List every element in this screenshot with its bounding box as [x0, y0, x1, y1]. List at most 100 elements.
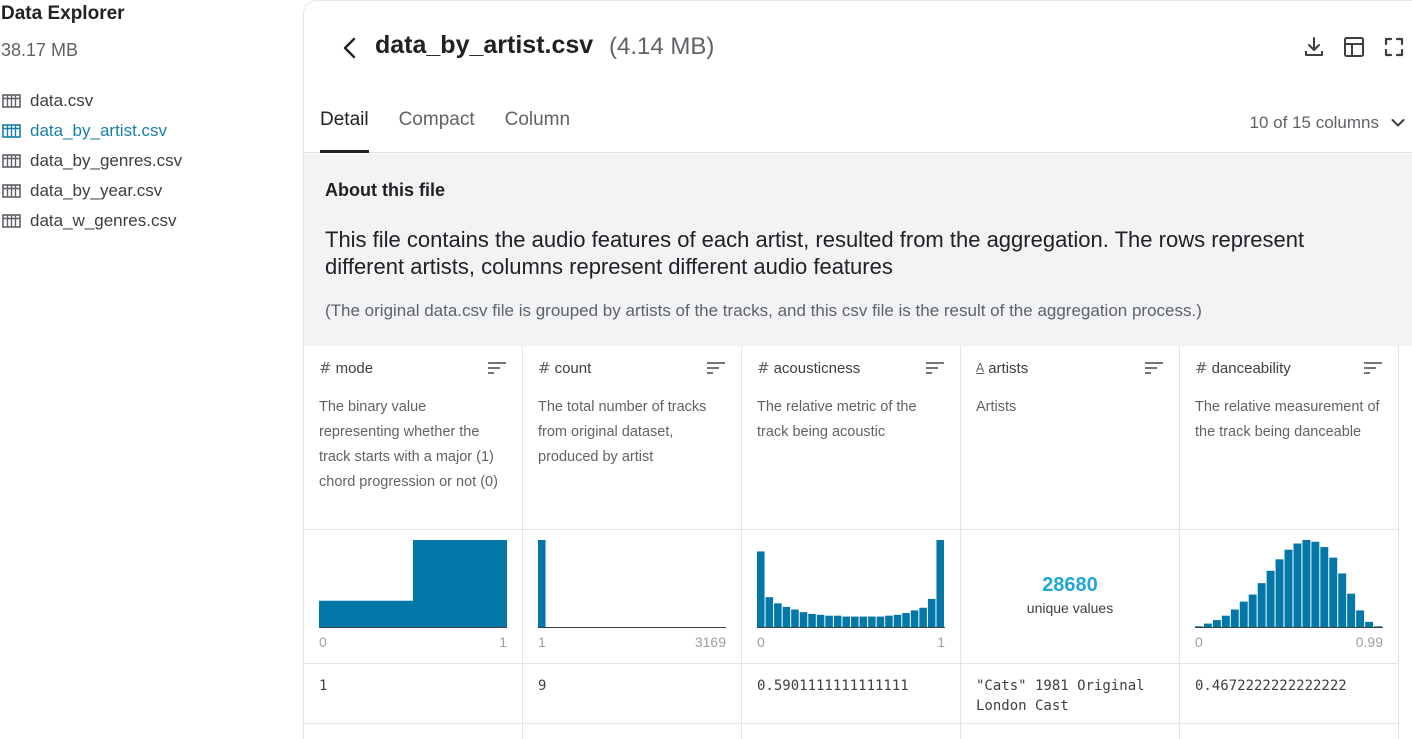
histogram-bar [1293, 543, 1302, 628]
table-view-icon[interactable] [1343, 36, 1365, 58]
histogram-bar [1284, 549, 1293, 628]
tab-detail[interactable]: Detail [320, 109, 369, 153]
column-header: # mode [319, 359, 506, 377]
column-header: A artists [976, 359, 1163, 377]
histogram-bar [538, 540, 546, 628]
histogram [538, 540, 726, 628]
histogram-bar [1248, 594, 1257, 628]
cell-value: 0.5901111111111111 [757, 678, 909, 694]
histogram-bar [1302, 540, 1311, 628]
histogram-bar [1329, 557, 1338, 628]
column-description: The total number of tracks from original… [538, 399, 707, 465]
file-title: data_by_artist.csv [375, 31, 594, 59]
histogram-bar [791, 609, 799, 628]
numeric-type-icon: # [1195, 359, 1208, 377]
column-description: The relative measurement of the track be… [1195, 399, 1380, 440]
back-arrow-icon[interactable] [338, 35, 362, 61]
sort-icon[interactable] [1145, 362, 1163, 374]
cell-value: 0.4672222222222222 [1195, 678, 1347, 694]
histogram-bar [1266, 570, 1275, 628]
histogram [1195, 540, 1383, 628]
histogram-bar [757, 551, 765, 628]
column-header: # count [538, 359, 725, 377]
axis-max-label: 3169 [694, 634, 726, 650]
sort-icon[interactable] [488, 362, 506, 374]
sidebar-title: Data Explorer [1, 3, 125, 24]
column-description: Artists [976, 399, 1017, 415]
numeric-type-icon: # [538, 359, 551, 377]
column-card-artists: A artists Artists 28680 unique values "C… [961, 346, 1180, 739]
unique-label: unique values [1026, 600, 1114, 616]
column-count-dropdown[interactable]: 10 of 15 columns [1250, 113, 1405, 133]
table-file-icon [2, 184, 21, 198]
file-item-label: data_by_artist.csv [30, 121, 168, 140]
divider [1180, 723, 1398, 724]
download-icon[interactable] [1303, 36, 1325, 58]
histogram-bar [1356, 610, 1365, 628]
column-card-count: # count The total number of tracks from … [523, 346, 742, 739]
cell-value: 1 [319, 678, 328, 694]
tab-column[interactable]: Column [505, 109, 570, 153]
fullscreen-icon[interactable] [1383, 36, 1405, 58]
axis-min-label: 0 [757, 634, 765, 650]
sidebar-dataset-size: 38.17 MB [1, 40, 79, 60]
histogram-bar [413, 540, 507, 628]
divider [304, 723, 522, 724]
column-card-mode: # mode The binary value representing whe… [304, 346, 523, 739]
histogram-bar [902, 613, 910, 628]
histogram-bar [1338, 573, 1347, 628]
numeric-type-icon: # [319, 359, 332, 377]
file-list: data.csv data_by_artist.csv data_by_genr… [2, 86, 182, 236]
file-item-data-by-artist[interactable]: data_by_artist.csv [2, 116, 182, 146]
file-header: data_by_artist.csv (4.14 MB) Detail Comp… [304, 1, 1412, 153]
file-item-data[interactable]: data.csv [2, 86, 182, 116]
sort-icon[interactable] [1364, 362, 1382, 374]
divider [742, 529, 960, 530]
histogram-bar [919, 607, 927, 628]
histogram-bar [1239, 601, 1248, 628]
file-item-data-w-genres[interactable]: data_w_genres.csv [2, 206, 182, 236]
divider [961, 663, 1179, 664]
table-file-icon [2, 124, 21, 138]
divider [961, 723, 1179, 724]
histogram-bar [825, 615, 833, 628]
histogram-bar [1230, 609, 1239, 628]
tab-compact[interactable]: Compact [399, 109, 475, 153]
sort-icon[interactable] [707, 362, 725, 374]
sort-icon[interactable] [926, 362, 944, 374]
histogram-bar [876, 616, 885, 628]
sidebar: Data Explorer 38.17 MB data.csv data_by_… [0, 0, 303, 739]
divider [742, 663, 960, 664]
column-card-acousticness: # acousticness The relative metric of th… [742, 346, 961, 739]
file-size: (4.14 MB) [609, 33, 715, 60]
header-actions [1303, 36, 1405, 58]
divider [1180, 663, 1398, 664]
histogram-bar [936, 540, 944, 628]
column-name: acousticness [773, 359, 861, 377]
histogram-bar [808, 613, 816, 628]
divider [523, 723, 741, 724]
column-description: The binary value representing whether th… [319, 399, 498, 490]
divider [523, 663, 741, 664]
axis-max-label: 1 [499, 634, 507, 650]
column-header: # acousticness [757, 359, 944, 377]
histogram-bar [799, 612, 808, 628]
axis-min-label: 1 [538, 634, 546, 650]
histogram-bar [1275, 559, 1284, 628]
histogram-bar [782, 606, 791, 628]
axis-min-label: 0 [1195, 634, 1203, 650]
column-card-danceability: # danceability The relative measurement … [1180, 346, 1399, 739]
histogram-bar [927, 598, 936, 628]
unique-count: 28680 [1042, 574, 1098, 596]
histogram-bar [816, 614, 825, 628]
file-detail-panel: data_by_artist.csv (4.14 MB) Detail Comp… [303, 0, 1412, 739]
histogram [319, 540, 507, 628]
file-item-data-by-genres[interactable]: data_by_genres.csv [2, 146, 182, 176]
file-item-data-by-year[interactable]: data_by_year.csv [2, 176, 182, 206]
axis-min-label: 0 [319, 634, 327, 650]
column-count-label: 10 of 15 columns [1249, 113, 1379, 132]
divider [961, 529, 1179, 530]
about-note: (The original data.csv file is grouped b… [325, 301, 1202, 320]
histogram-bar [842, 616, 850, 628]
histogram-bar [893, 614, 902, 628]
